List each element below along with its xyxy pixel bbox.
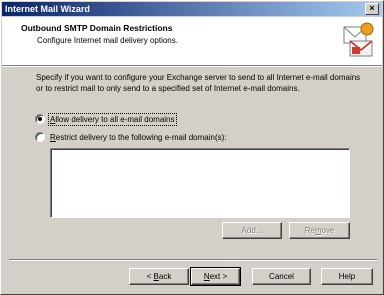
back-button[interactable]: < Back (129, 268, 189, 285)
allow-all-radio[interactable] (35, 114, 45, 124)
remove-mnemonic: m (314, 226, 322, 235)
restrict-label[interactable]: Restrict delivery to the following e-mai… (50, 133, 227, 142)
allow-all-label-text: llow delivery to all e-mail domains (55, 114, 175, 124)
restrict-radio[interactable] (35, 132, 45, 142)
next-label-post: ext > (209, 272, 228, 281)
restrict-label-text: estrict delivery to the following e-mail… (55, 132, 227, 142)
page-subtitle: Configure Internet mail delivery options… (37, 36, 178, 45)
remove-label-post: ove (321, 226, 335, 235)
domain-listbox[interactable] (50, 148, 350, 218)
footer-divider (9, 259, 377, 261)
add-domain-button[interactable]: Add... (222, 222, 282, 239)
restrict-domains-option[interactable]: Restrict delivery to the following e-mai… (35, 132, 227, 142)
back-label-pre: < (146, 272, 154, 281)
title-bar[interactable]: Internet Mail Wizard × (2, 2, 382, 16)
remove-domain-button[interactable]: Remove (289, 222, 350, 239)
instructions-text: Specify if you want to configure your Ex… (36, 73, 361, 93)
page-title: Outbound SMTP Domain Restrictions (21, 23, 173, 33)
allow-all-label[interactable]: Allow delivery to all e-mail domains (48, 112, 177, 126)
cancel-button[interactable]: Cancel (252, 268, 311, 285)
help-button[interactable]: Help (321, 268, 373, 285)
header-divider (2, 65, 382, 67)
next-button[interactable]: Next > (190, 267, 241, 286)
envelope-mail-icon (343, 22, 374, 57)
close-button[interactable]: × (365, 3, 379, 15)
window-title: Internet Mail Wizard (5, 4, 90, 14)
wizard-window: Internet Mail Wizard × Outbound SMTP Dom… (0, 0, 384, 295)
back-label-post: ack (158, 272, 172, 281)
wizard-header: Outbound SMTP Domain Restrictions Config… (2, 17, 382, 65)
allow-all-domains-option[interactable]: Allow delivery to all e-mail domains (35, 112, 177, 126)
remove-label-pre: Re (304, 226, 315, 235)
